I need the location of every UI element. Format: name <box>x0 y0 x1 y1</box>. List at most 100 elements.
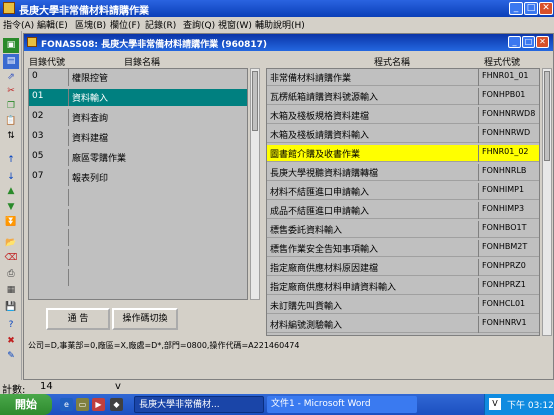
program-row-selected[interactable]: 圖書館介購及收書作業 FHNR01_02 <box>267 145 539 162</box>
minimize-button[interactable]: _ <box>509 2 523 15</box>
menu-help[interactable]: 輔助說明(H) <box>255 18 305 31</box>
program-code: FONHNRLB <box>482 166 527 175</box>
task-button-active[interactable]: 長庚大學非常備材... <box>134 396 264 413</box>
maximize-button[interactable]: □ <box>524 2 538 15</box>
exit-icon[interactable]: ⇗ <box>3 70 19 85</box>
catalog-row-selected[interactable]: 01 資料輸入 <box>29 89 247 106</box>
catalog-row-empty[interactable] <box>29 209 247 226</box>
catalog-row-empty[interactable] <box>29 269 247 286</box>
menu-edit[interactable]: 編輯(E) <box>37 18 68 31</box>
desktop-quicklaunch-icon[interactable]: ▭ <box>76 398 89 411</box>
form-maximize-button[interactable]: □ <box>522 36 535 48</box>
form-minimize-button[interactable]: _ <box>508 36 521 48</box>
tools-icon[interactable]: ✎ <box>3 349 19 364</box>
start-button[interactable]: 開始 <box>0 394 52 415</box>
menu-window[interactable]: 視窗(W) <box>218 18 252 31</box>
program-scrollbar[interactable] <box>542 68 552 336</box>
catalog-name-header: 目錄名稱 <box>124 58 161 68</box>
app-quicklaunch-icon[interactable]: ◆ <box>110 398 123 411</box>
program-row[interactable]: 未訂購先叫貨輸入 FONHCL01 <box>267 297 539 314</box>
catalog-code: 0 <box>32 71 38 81</box>
cut-icon[interactable]: ✂ <box>3 84 19 99</box>
status-bar: 計數: 14 v <box>0 380 554 396</box>
save-icon[interactable]: ▣ <box>3 38 19 53</box>
catalog-code: 02 <box>32 111 44 121</box>
catalog-code: 01 <box>32 91 44 101</box>
program-code: FONHIMP1 <box>482 185 525 194</box>
program-name: 圖書館介購及收書作業 <box>270 150 361 160</box>
task-label: 長庚大學非常備材... <box>139 400 220 410</box>
program-row[interactable]: 材料編號測驗輸入 FONHNRV1 <box>267 316 539 333</box>
catalog-row-empty[interactable] <box>29 249 247 266</box>
preview-icon[interactable]: ▦ <box>3 283 19 298</box>
catalog-row[interactable]: 02 資料查詢 <box>29 109 247 126</box>
task-button-word[interactable]: 文件1 - Microsoft Word <box>267 396 417 413</box>
catalog-row-empty[interactable] <box>29 229 247 246</box>
catalog-row[interactable]: 05 廠區零購作業 <box>29 149 247 166</box>
sort-icon[interactable]: ⇅ <box>3 129 19 144</box>
printer-icon[interactable]: ⎙ <box>3 267 19 282</box>
program-row[interactable]: 木箱及棧板請購資料輸入 FONHNRWD <box>267 126 539 143</box>
catalog-name: 資料建檔 <box>72 134 109 144</box>
program-row[interactable]: 標售委託資料輸入 FONHBO1T <box>267 221 539 238</box>
program-name: 材料編號測驗輸入 <box>270 321 343 331</box>
program-name: 非常備材料請購作業 <box>270 74 352 84</box>
program-scroll-thumb[interactable] <box>544 71 550 161</box>
media-quicklaunch-icon[interactable]: ▶ <box>92 398 105 411</box>
window-title: 長庚大學非常備材料請購作業 <box>19 6 149 17</box>
catalog-row[interactable]: 03 資料建檔 <box>29 129 247 146</box>
clock: 下午 03:12 <box>507 401 554 411</box>
catalog-scrollbar[interactable] <box>250 68 260 300</box>
form-icon <box>27 37 37 47</box>
scroll-up-icon[interactable]: ↑ <box>3 153 19 168</box>
form-window: FONASS08: 長庚大學非常備材料請購作業 (960817) _ □ ✕ 目… <box>23 33 554 380</box>
print-icon[interactable]: ▤ <box>3 54 19 69</box>
catalog-row[interactable]: 0 權限控管 <box>29 69 247 86</box>
catalog-scroll-thumb[interactable] <box>252 71 258 131</box>
program-code: FONHBO1T <box>482 223 527 232</box>
program-name: 木箱及棧板規格資料建檔 <box>270 112 370 122</box>
catalog-name: 報表列印 <box>72 174 109 184</box>
menu-command[interactable]: 指令(A) <box>3 18 34 31</box>
program-name: 木箱及棧板請購資料輸入 <box>270 131 370 141</box>
catalog-row-empty[interactable] <box>29 189 247 206</box>
program-row[interactable]: 長庚大學視聽資料請購轉檔 FONHNRLB <box>267 164 539 181</box>
next-record-icon[interactable]: ▼ <box>3 200 19 215</box>
catalog-row[interactable]: 07 報表列印 <box>29 169 247 186</box>
copy-icon[interactable]: ❐ <box>3 99 19 114</box>
open-folder-icon[interactable]: 📂 <box>3 236 19 251</box>
menu-block[interactable]: 區塊(B) <box>75 18 106 31</box>
program-row[interactable]: 指定廠商供應材料原因建檔 FONHPRZ0 <box>267 259 539 276</box>
form-close-button[interactable]: ✕ <box>536 36 549 48</box>
last-record-icon[interactable]: ⏬ <box>3 215 19 230</box>
lang-indicator-icon[interactable]: V <box>489 398 501 410</box>
program-row[interactable]: 成品不結匯進口申請輸入 FONHIMP3 <box>267 202 539 219</box>
menu-field[interactable]: 欄位(F) <box>110 18 140 31</box>
program-name: 材料不結匯進口申請輸入 <box>270 188 370 198</box>
paste-icon[interactable]: 📋 <box>3 114 19 129</box>
program-row[interactable]: 木箱及棧板規格資料建檔 FONHNRWD8 <box>267 107 539 124</box>
quit-icon[interactable]: ✖ <box>3 334 19 349</box>
catalog-code-header: 目錄代號 <box>29 58 66 68</box>
save-disk-icon[interactable]: 💾 <box>3 300 19 315</box>
menu-query[interactable]: 查詢(Q) <box>183 18 215 31</box>
program-code: FONHNRWD <box>482 128 531 137</box>
scroll-down-icon[interactable]: ↓ <box>3 170 19 185</box>
delete-icon[interactable]: ⌫ <box>3 251 19 266</box>
program-row[interactable]: 瓦楞紙箱請購資料號源輸入 FONHPB01 <box>267 88 539 105</box>
program-name: 瓦楞紙箱請購資料號源輸入 <box>270 93 379 103</box>
program-list: 非常備材料請購作業 FHNR01_01 瓦楞紙箱請購資料號源輸入 FONHPB01 … <box>266 68 540 336</box>
close-button[interactable]: ✕ <box>539 2 553 15</box>
program-row[interactable]: 標售作業安全告知事項輸入 FONHBM2T <box>267 240 539 257</box>
menu-record[interactable]: 記錄(R) <box>145 18 176 31</box>
prev-record-icon[interactable]: ▲ <box>3 184 19 199</box>
program-name: 成品不結匯進口申請輸入 <box>270 207 370 217</box>
program-row[interactable]: 材料不結匯進口申請輸入 FONHIMP1 <box>267 183 539 200</box>
switch-operator-button[interactable]: 操作碼切換 <box>112 308 178 330</box>
program-row[interactable]: 非常備材料請購作業 FHNR01_01 <box>267 69 539 86</box>
program-code: FHNR01_02 <box>482 147 529 156</box>
notice-button[interactable]: 通 告 <box>46 308 110 330</box>
ie-quicklaunch-icon[interactable]: e <box>60 398 73 411</box>
program-row[interactable]: 指定廠商供應材料申請資料輸入 FONHPRZ1 <box>267 278 539 295</box>
help-icon[interactable]: ? <box>3 318 19 333</box>
